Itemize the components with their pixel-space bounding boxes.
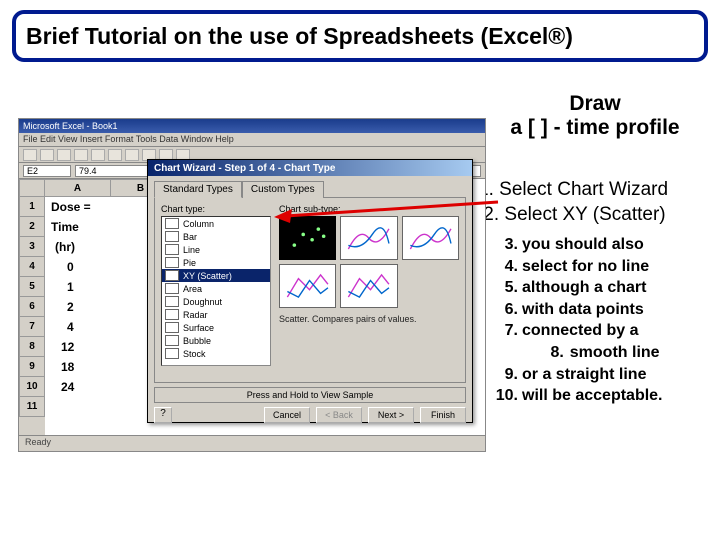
row-header[interactable]: 3 (19, 237, 45, 257)
row-header[interactable]: 7 (19, 317, 45, 337)
back-button[interactable]: < Back (316, 407, 362, 423)
subtype-scatter-markers[interactable] (279, 216, 336, 260)
bar-icon (165, 231, 179, 242)
subtype-scatter-lines[interactable] (340, 264, 397, 308)
cell-a3[interactable]: (hr) (51, 237, 79, 257)
cell-a9[interactable]: 18 (57, 357, 78, 377)
step-9: 9.or a straight line (490, 364, 720, 386)
toolbar-btn[interactable] (57, 149, 71, 161)
row-header[interactable]: 11 (19, 397, 45, 417)
row-header[interactable]: 6 (19, 297, 45, 317)
cell-a7[interactable]: 4 (63, 317, 78, 337)
radar-icon (165, 309, 179, 320)
row-header[interactable]: 2 (19, 217, 45, 237)
subtype-scatter-smooth[interactable] (402, 216, 459, 260)
toolbar-btn[interactable] (23, 149, 37, 161)
cell-a4[interactable]: 0 (63, 257, 78, 277)
step-6: 6.with data points (490, 299, 720, 321)
subtype-scatter-lines-markers[interactable] (279, 264, 336, 308)
wizard-panel: Chart type: Column Bar Line Pie XY (Scat… (154, 197, 466, 383)
step-1: 1. Select Chart Wizard (478, 178, 718, 203)
sub-steps: 3.you should also 4.select for no line 5… (490, 234, 720, 407)
view-sample-button[interactable]: Press and Hold to View Sample (154, 387, 466, 403)
stock-icon (165, 348, 179, 359)
cancel-button[interactable]: Cancel (264, 407, 310, 423)
name-box[interactable]: E2 (23, 165, 71, 177)
draw-heading: Draw a [ ] - time profile (480, 92, 710, 140)
surface-icon (165, 322, 179, 333)
cell-a1[interactable]: Dose = (47, 197, 95, 217)
wizard-titlebar: Chart Wizard - Step 1 of 4 - Chart Type (148, 160, 472, 176)
wizard-tabs: Standard Types Custom Types (148, 180, 472, 197)
type-doughnut[interactable]: Doughnut (162, 295, 270, 308)
type-column[interactable]: Column (162, 217, 270, 230)
status-bar: Ready (19, 435, 485, 451)
chart-type-list[interactable]: Column Bar Line Pie XY (Scatter) Area Do… (161, 216, 271, 366)
step-4: 4.select for no line (490, 256, 720, 278)
type-area[interactable]: Area (162, 282, 270, 295)
subtype-description: Scatter. Compares pairs of values. (279, 314, 459, 324)
step-7: 7.connected by a (490, 320, 720, 342)
column-icon (165, 218, 179, 229)
bubble-icon (165, 335, 179, 346)
select-all-corner[interactable] (19, 179, 45, 197)
row-header[interactable]: 4 (19, 257, 45, 277)
type-bubble[interactable]: Bubble (162, 334, 270, 347)
type-pie[interactable]: Pie (162, 256, 270, 269)
row-header[interactable]: 1 (19, 197, 45, 217)
draw-line1: Draw (480, 92, 710, 116)
cell-a5[interactable]: 1 (63, 277, 78, 297)
type-line[interactable]: Line (162, 243, 270, 256)
doughnut-icon (165, 296, 179, 307)
excel-screenshot: Microsoft Excel - Book1 File Edit View I… (18, 118, 486, 452)
subtype-grid (279, 216, 459, 308)
type-bar[interactable]: Bar (162, 230, 270, 243)
slide-title: Brief Tutorial on the use of Spreadsheet… (26, 23, 573, 50)
row-header[interactable]: 8 (19, 337, 45, 357)
subtype-scatter-smooth-markers[interactable] (340, 216, 397, 260)
excel-menubar: File Edit View Insert Format Tools Data … (19, 133, 485, 147)
slide-title-banner: Brief Tutorial on the use of Spreadsheet… (12, 10, 708, 62)
area-icon (165, 283, 179, 294)
next-button[interactable]: Next > (368, 407, 414, 423)
scatter-icon (165, 270, 179, 281)
chart-type-label: Chart type: (161, 204, 271, 214)
tab-standard-types[interactable]: Standard Types (154, 181, 242, 198)
excel-titlebar: Microsoft Excel - Book1 (19, 119, 485, 133)
row-header[interactable]: 5 (19, 277, 45, 297)
step-8: 8.smooth line (490, 342, 720, 364)
toolbar-btn[interactable] (91, 149, 105, 161)
toolbar-btn[interactable] (108, 149, 122, 161)
type-stock[interactable]: Stock (162, 347, 270, 360)
type-surface[interactable]: Surface (162, 321, 270, 334)
cell-a6[interactable]: 2 (63, 297, 78, 317)
step-2: 2. Select XY (Scatter) (478, 203, 718, 228)
draw-line2: a [ ] - time profile (480, 116, 710, 140)
row-header[interactable]: 10 (19, 377, 45, 397)
chart-subtype-label: Chart sub-type: (279, 204, 459, 214)
step-10: 10.will be acceptable. (490, 385, 720, 407)
wizard-buttons: ? Cancel < Back Next > Finish (148, 405, 472, 427)
step-3: 3.you should also (490, 234, 720, 256)
type-radar[interactable]: Radar (162, 308, 270, 321)
help-button[interactable]: ? (154, 407, 172, 423)
toolbar-btn[interactable] (125, 149, 139, 161)
tab-custom-types[interactable]: Custom Types (242, 181, 324, 198)
type-xy-scatter[interactable]: XY (Scatter) (162, 269, 270, 282)
cell-a2[interactable]: Time (47, 217, 83, 237)
col-header[interactable]: A (45, 179, 111, 197)
line-icon (165, 244, 179, 255)
toolbar-btn[interactable] (74, 149, 88, 161)
finish-button[interactable]: Finish (420, 407, 466, 423)
cell-a10[interactable]: 24 (57, 377, 78, 397)
main-steps: 1. Select Chart Wizard 2. Select XY (Sca… (478, 178, 718, 227)
pie-icon (165, 257, 179, 268)
row-headers: 1 2 3 4 5 6 7 8 9 10 11 (19, 179, 45, 435)
step-5: 5.although a chart (490, 277, 720, 299)
chart-wizard-dialog: Chart Wizard - Step 1 of 4 - Chart Type … (147, 159, 473, 423)
toolbar-btn[interactable] (40, 149, 54, 161)
row-header[interactable]: 9 (19, 357, 45, 377)
cell-a8[interactable]: 12 (57, 337, 78, 357)
